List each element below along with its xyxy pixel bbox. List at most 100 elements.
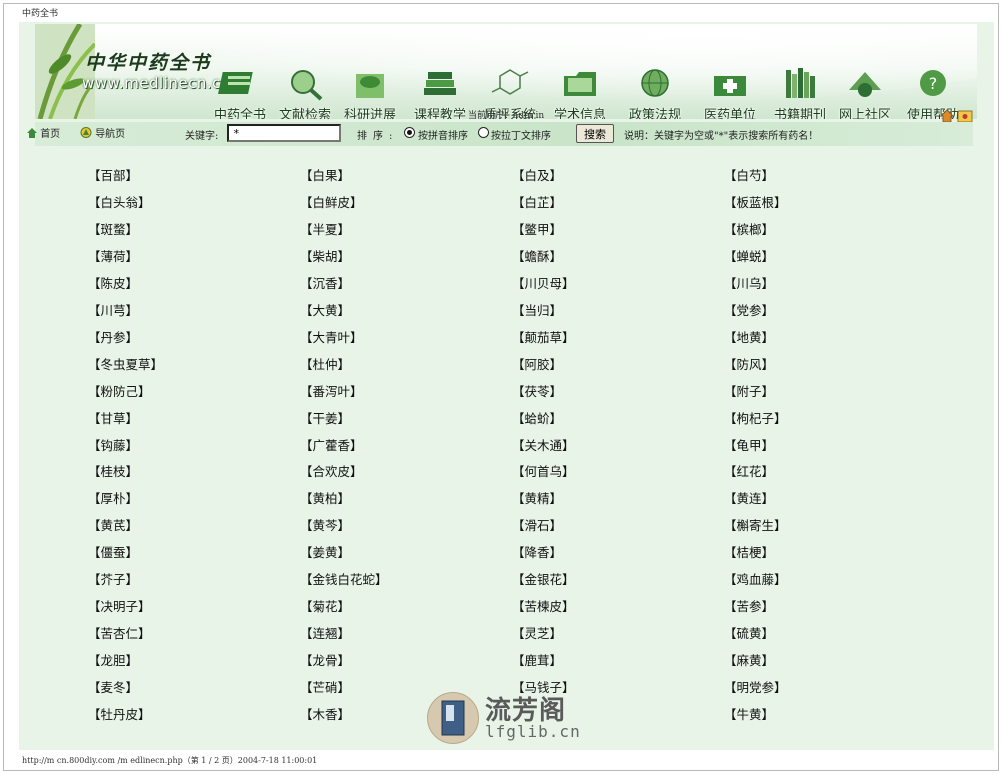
herb-link[interactable]: 龙胆 (88, 650, 138, 669)
herb-link[interactable]: 苦楝皮 (512, 596, 575, 615)
herb-link[interactable]: 鳖甲 (512, 219, 562, 238)
sort-latin-label[interactable]: 按拉丁文排序 (491, 127, 551, 142)
herb-link[interactable]: 斑蝥 (88, 219, 138, 238)
herb-link[interactable]: 连翘 (300, 623, 350, 642)
nav-item-policy[interactable]: 政策法规 (625, 66, 685, 119)
herb-link[interactable]: 白芷 (512, 192, 562, 211)
herb-link[interactable]: 桔梗 (724, 542, 774, 561)
herb-link[interactable]: 百部 (88, 165, 138, 184)
herb-link[interactable]: 苦参 (724, 596, 774, 615)
herb-link[interactable]: 槲寄生 (724, 515, 787, 534)
herb-link[interactable]: 黄芩 (300, 515, 350, 534)
herb-link[interactable]: 丹参 (88, 327, 138, 346)
herb-link[interactable]: 何首乌 (512, 461, 575, 480)
search-button[interactable]: 搜索 (576, 124, 614, 143)
herb-link[interactable]: 槟榔 (724, 219, 774, 238)
herb-link[interactable]: 木香 (300, 704, 350, 723)
herb-link[interactable]: 陈皮 (88, 273, 138, 292)
nav-item-community[interactable]: 网上社区 (835, 66, 895, 119)
herb-link[interactable]: 红花 (724, 461, 774, 480)
herb-link[interactable]: 干姜 (300, 408, 350, 427)
home-icon[interactable] (940, 109, 954, 123)
herb-link[interactable]: 甘草 (88, 408, 138, 427)
herb-link[interactable]: 粉防己 (88, 381, 151, 400)
herb-link[interactable]: 沉香 (300, 273, 350, 292)
herb-link[interactable]: 颠茄草 (512, 327, 575, 346)
herb-link[interactable]: 麦冬 (88, 677, 138, 696)
nav-item-units[interactable]: 医药单位 (700, 66, 760, 119)
herb-link[interactable]: 明党参 (724, 677, 787, 696)
herb-link[interactable]: 决明子 (88, 596, 151, 615)
herb-link[interactable]: 鸡血藤 (724, 569, 787, 588)
herb-link[interactable]: 附子 (724, 381, 774, 400)
herb-link[interactable]: 防风 (724, 354, 774, 373)
herb-link[interactable]: 川乌 (724, 273, 774, 292)
herb-link[interactable]: 大青叶 (300, 327, 363, 346)
sort-pinyin-radio[interactable] (404, 127, 415, 138)
herb-link[interactable]: 川贝母 (512, 273, 575, 292)
herb-link[interactable]: 大黄 (300, 300, 350, 319)
herb-link[interactable]: 白及 (512, 165, 562, 184)
herb-link[interactable]: 党参 (724, 300, 774, 319)
herb-link[interactable]: 白果 (300, 165, 350, 184)
herb-link[interactable]: 柴胡 (300, 246, 350, 265)
herb-link[interactable]: 蝉蜕 (724, 246, 774, 265)
herb-link[interactable]: 合欢皮 (300, 461, 363, 480)
keyword-input[interactable] (227, 124, 341, 142)
herb-link[interactable]: 黄精 (512, 488, 562, 507)
herb-link[interactable]: 麻黄 (724, 650, 774, 669)
herb-link[interactable]: 白芍 (724, 165, 774, 184)
herb-link[interactable]: 杜仲 (300, 354, 350, 373)
herb-link[interactable]: 黄芪 (88, 515, 138, 534)
nav-item-literature[interactable]: 文献检索 (275, 66, 335, 119)
herb-link[interactable]: 金银花 (512, 569, 575, 588)
nav-item-courses[interactable]: 课程教学 (410, 66, 470, 119)
herb-link[interactable]: 蛤蚧 (512, 408, 562, 427)
bookmark-icon[interactable] (957, 110, 973, 123)
herb-link[interactable]: 滑石 (512, 515, 562, 534)
herb-link[interactable]: 茯苓 (512, 381, 562, 400)
sort-latin-radio[interactable] (478, 127, 489, 138)
herb-link[interactable]: 薄荷 (88, 246, 138, 265)
herb-link[interactable]: 地黄 (724, 327, 774, 346)
nav-item-books[interactable]: 中药全书 (210, 66, 270, 119)
herb-link[interactable]: 广藿香 (300, 435, 363, 454)
nav-item-research[interactable]: 科研进展 (340, 66, 400, 119)
herb-link[interactable]: 白头翁 (88, 192, 151, 211)
herb-link[interactable]: 阿胶 (512, 354, 562, 373)
guide-link[interactable]: 导航页 (80, 125, 125, 140)
herb-link[interactable]: 半夏 (300, 219, 350, 238)
herb-link[interactable]: 菊花 (300, 596, 350, 615)
herb-link[interactable]: 鹿茸 (512, 650, 562, 669)
herb-link[interactable]: 苦杏仁 (88, 623, 151, 642)
herb-link[interactable]: 龙骨 (300, 650, 350, 669)
herb-link[interactable]: 白鲜皮 (300, 192, 363, 211)
herb-link[interactable]: 僵蚕 (88, 542, 138, 561)
herb-link[interactable]: 龟甲 (724, 435, 774, 454)
herb-link[interactable]: 桂枝 (88, 461, 138, 480)
herb-link[interactable]: 牛黄 (724, 704, 774, 723)
herb-link[interactable]: 黄连 (724, 488, 774, 507)
herb-link[interactable]: 芒硝 (300, 677, 350, 696)
herb-link[interactable]: 牡丹皮 (88, 704, 151, 723)
sort-pinyin-label[interactable]: 按拼音排序 (418, 127, 468, 142)
herb-link[interactable]: 金钱白花蛇 (300, 569, 388, 588)
herb-link[interactable]: 关木通 (512, 435, 575, 454)
herb-link[interactable]: 板蓝根 (724, 192, 787, 211)
home-link[interactable]: 首页 (27, 125, 60, 140)
herb-link[interactable]: 番泻叶 (300, 381, 363, 400)
herb-link[interactable]: 姜黄 (300, 542, 350, 561)
herb-link[interactable]: 当归 (512, 300, 562, 319)
nav-item-journals[interactable]: 书籍期刊 (770, 66, 830, 119)
herb-link[interactable]: 降香 (512, 542, 562, 561)
nav-item-academic[interactable]: 学术信息 (550, 66, 610, 119)
herb-link[interactable]: 钩藤 (88, 435, 138, 454)
herb-link[interactable]: 厚朴 (88, 488, 138, 507)
herb-link[interactable]: 黄柏 (300, 488, 350, 507)
herb-link[interactable]: 硫黄 (724, 623, 774, 642)
herb-link[interactable]: 冬虫夏草 (88, 354, 163, 373)
herb-link[interactable]: 芥子 (88, 569, 138, 588)
herb-link[interactable]: 枸杞子 (724, 408, 787, 427)
herb-link[interactable]: 蟾酥 (512, 246, 562, 265)
herb-link[interactable]: 灵芝 (512, 623, 562, 642)
